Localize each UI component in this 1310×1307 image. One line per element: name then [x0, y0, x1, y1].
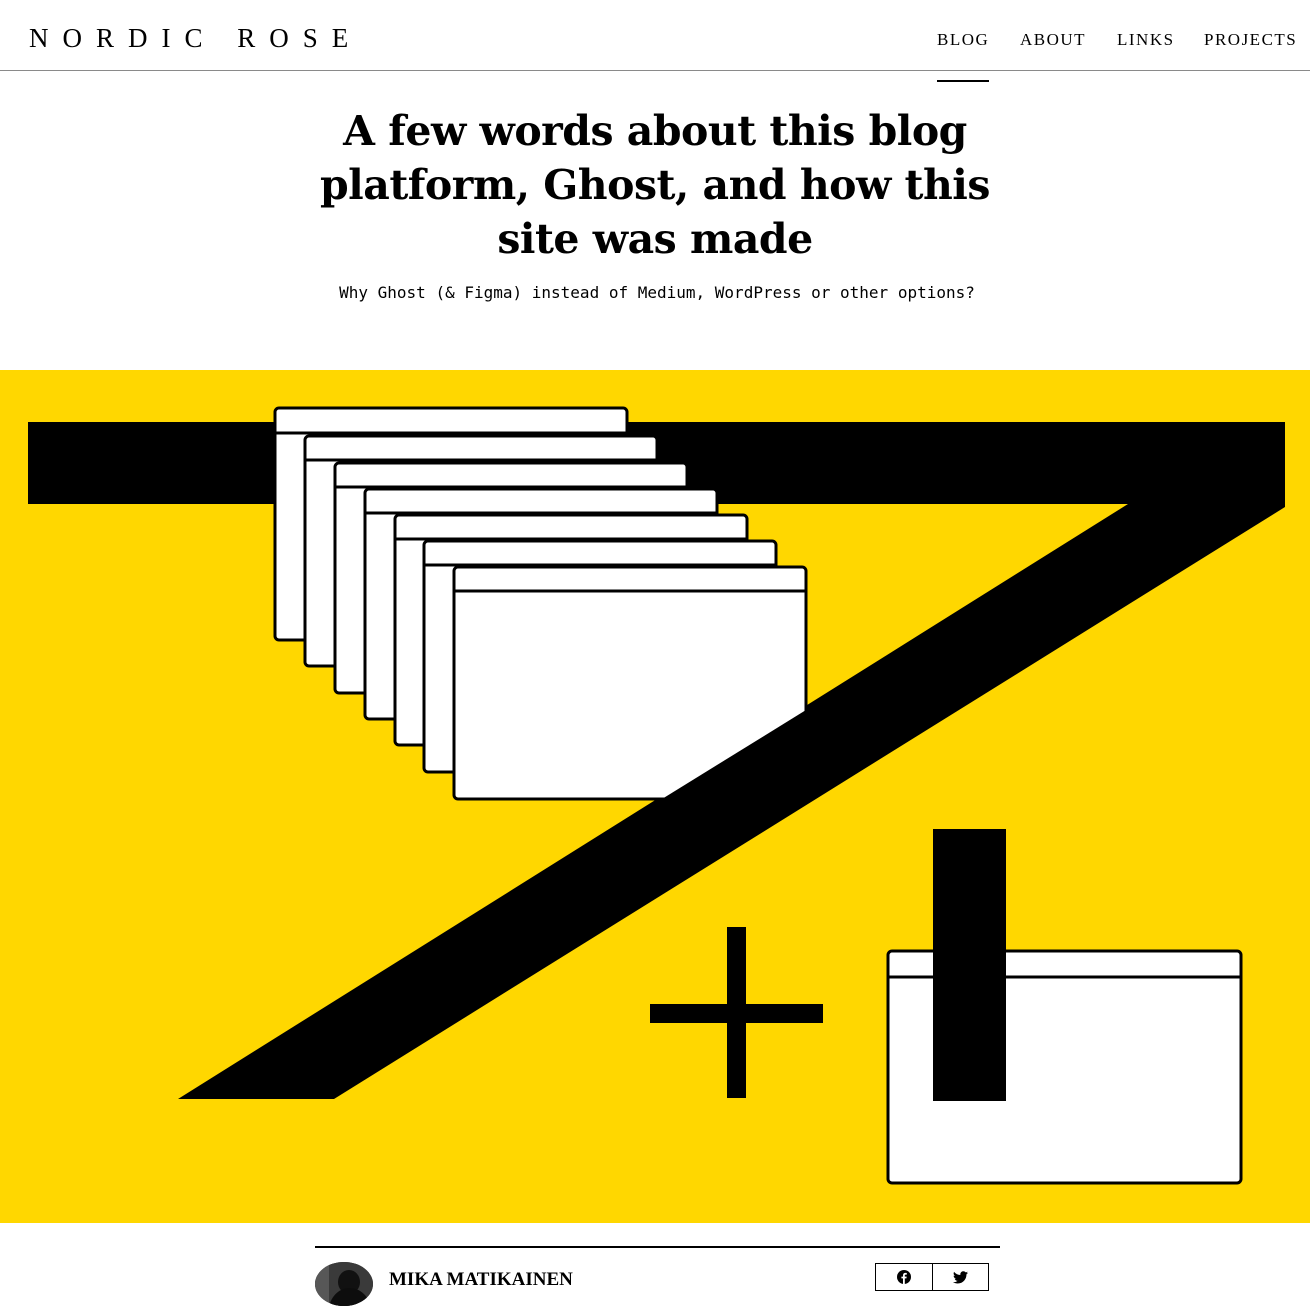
nav-item-projects[interactable]: PROJECTS [1204, 30, 1297, 50]
author-avatar[interactable] [315, 1262, 373, 1306]
facebook-icon [896, 1270, 911, 1284]
twitter-icon [952, 1270, 968, 1283]
twitter-share-button[interactable] [931, 1264, 989, 1290]
share-buttons [875, 1263, 989, 1291]
hero-image [0, 370, 1310, 1223]
active-nav-indicator [937, 80, 989, 82]
site-header: NORDIC ROSE BLOG ABOUT LINKS PROJECTS [0, 0, 1310, 71]
main-nav: BLOG ABOUT LINKS PROJECTS [0, 30, 1310, 54]
facebook-share-button[interactable] [876, 1264, 932, 1290]
author-name[interactable]: MIKA MATIKAINEN [389, 1269, 573, 1291]
post-title: A few words about this blog platform, Gh… [320, 107, 990, 263]
nav-item-links[interactable]: LINKS [1117, 30, 1175, 50]
author-bar: MIKA MATIKAINEN [315, 1246, 1000, 1307]
nav-item-blog[interactable]: BLOG [937, 30, 989, 50]
nav-item-about[interactable]: ABOUT [1020, 30, 1086, 50]
post-subtitle: Why Ghost (& Figma) instead of Medium, W… [339, 283, 975, 302]
